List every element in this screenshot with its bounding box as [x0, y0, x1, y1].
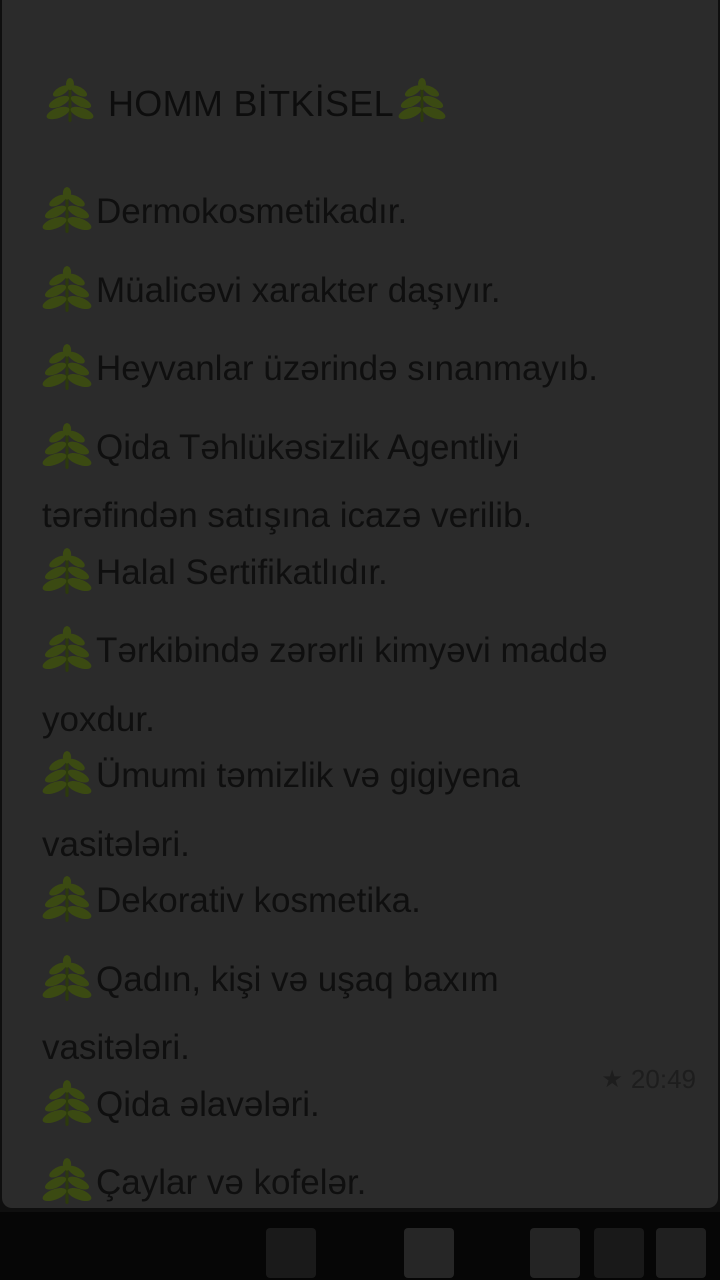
line-text: Dermokosmetikadır.	[96, 192, 408, 231]
line-text: Heyvanlar üzərində sınanmayıb.	[96, 349, 598, 388]
chat-screen: HOMM BİTKİSEL Dermokosmetikadır. Müalicə…	[0, 0, 720, 1280]
list-item: Ümumi təmizlik və gigiyena	[42, 748, 692, 817]
herb-leaf-icon	[46, 76, 94, 133]
list-item: Qadın, kişi və uşaq baxım	[42, 952, 692, 1021]
herb-leaf-icon	[42, 1078, 92, 1146]
list-item: Qida əlavələri.	[42, 1077, 692, 1146]
line-text: vasitələri.	[42, 1028, 190, 1067]
herb-leaf-icon	[398, 76, 446, 133]
list-item: Tərkibində zərərli kimyəvi maddə	[42, 623, 692, 692]
herb-leaf-icon	[42, 624, 92, 692]
list-item-continuation: vasitələri.	[42, 1020, 692, 1077]
list-item-continuation: yoxdur.	[42, 692, 692, 749]
message-title: HOMM BİTKİSEL	[108, 83, 394, 124]
media-thumbnail[interactable]	[594, 1228, 644, 1278]
herb-leaf-icon	[42, 749, 92, 817]
list-item: Dermokosmetikadır.	[42, 184, 692, 253]
list-item: Qida Təhlükəsizlik Agentliyi	[42, 420, 692, 489]
herb-leaf-icon	[42, 185, 92, 253]
line-text: Qadın, kişi və uşaq baxım	[96, 959, 499, 999]
line-text: Qida Təhlükəsizlik Agentliyi	[96, 427, 520, 467]
line-text: tərəfindən satışına icazə verilib.	[42, 496, 533, 535]
line-text: Müalicəvi xarakter daşıyır.	[96, 270, 501, 310]
media-thumbnail[interactable]	[530, 1228, 580, 1278]
message-body: Dermokosmetikadır. Müalicəvi xarakter da…	[42, 184, 692, 1224]
message-meta: ★ 20:49	[601, 1064, 696, 1095]
list-item: Heyvanlar üzərində sınanmayıb.	[42, 341, 692, 410]
line-text: vasitələri.	[42, 824, 190, 864]
message-time: 20:49	[630, 1064, 696, 1094]
herb-leaf-icon	[42, 953, 92, 1021]
line-text: Dekorativ kosmetika.	[96, 881, 421, 920]
message-bubble[interactable]: HOMM BİTKİSEL Dermokosmetikadır. Müalicə…	[2, 0, 718, 1208]
star-icon: ★	[601, 1066, 623, 1093]
herb-leaf-icon	[42, 342, 92, 410]
media-thumbnail-strip	[0, 1212, 720, 1280]
line-text: Halal Sertifikatlıdır.	[96, 552, 388, 592]
list-item: Dekorativ kosmetika.	[42, 873, 692, 942]
list-item-continuation: tərəfindən satışına icazə verilib.	[42, 488, 692, 545]
list-item-continuation: vasitələri.	[42, 817, 692, 874]
herb-leaf-icon	[42, 264, 92, 332]
media-thumbnail[interactable]	[656, 1228, 706, 1278]
media-thumbnail[interactable]	[404, 1228, 454, 1278]
herb-leaf-icon	[42, 546, 92, 614]
herb-leaf-icon	[42, 874, 92, 942]
list-item: Halal Sertifikatlıdır.	[42, 545, 692, 614]
line-text: Ümumi təmizlik və gigiyena	[96, 756, 521, 795]
media-thumbnail[interactable]	[266, 1228, 316, 1278]
message-title-row: HOMM BİTKİSEL	[46, 76, 446, 132]
line-text: Tərkibində zərərli kimyəvi maddə	[96, 631, 608, 670]
line-text: yoxdur.	[42, 699, 155, 739]
herb-leaf-icon	[42, 421, 92, 489]
line-text: Qida əlavələri.	[96, 1084, 320, 1124]
line-text: Çaylar və kofelər.	[96, 1163, 367, 1202]
list-item: Müalicəvi xarakter daşıyır.	[42, 263, 692, 332]
